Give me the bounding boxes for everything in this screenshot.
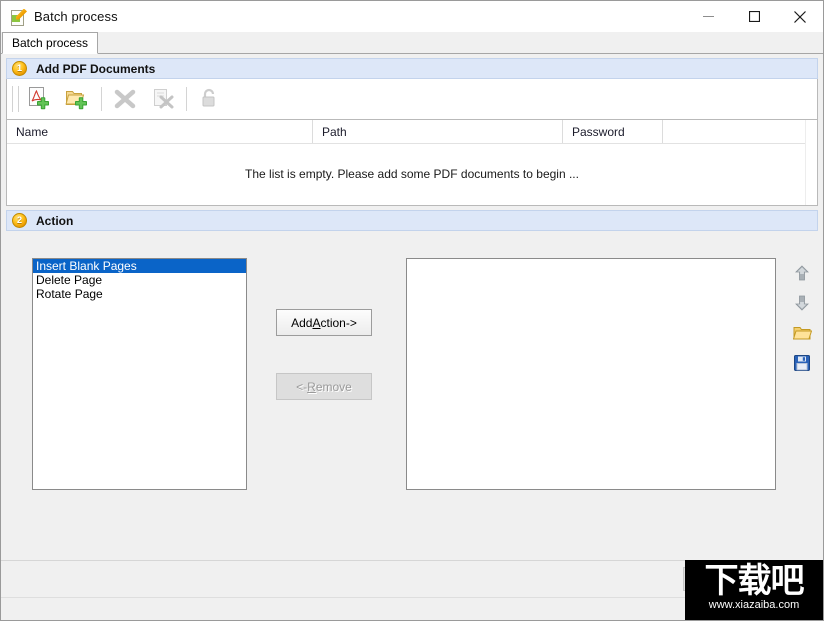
add-pdf-file-button[interactable]: [21, 81, 59, 117]
save-floppy-icon[interactable]: [789, 348, 815, 378]
toolbar-separator: [101, 87, 102, 111]
window-title: Batch process: [34, 9, 118, 24]
documents-toolbar: [6, 79, 818, 120]
move-down-button[interactable]: [789, 288, 815, 318]
batch-edit-icon: [10, 8, 27, 26]
remove-document-button[interactable]: [106, 81, 144, 117]
minimize-icon[interactable]: [685, 1, 731, 32]
caption-buttons: [685, 1, 823, 32]
remove-prefix: <-: [296, 379, 308, 394]
list-item[interactable]: Insert Blank Pages: [33, 259, 246, 273]
table-header-row: Name Path Password: [7, 120, 817, 144]
batch-process-window: Batch process Batch process 1 Add PDF Do…: [0, 0, 824, 621]
add-folder-button[interactable]: [59, 81, 97, 117]
list-item[interactable]: Rotate Page: [33, 287, 246, 301]
column-header-extra[interactable]: [663, 120, 808, 143]
toolbar-separator: [186, 87, 187, 111]
documents-table: Name Path Password The list is empty. Pl…: [6, 120, 818, 206]
action-panel: Insert Blank Pages Delete Page Rotate Pa…: [6, 231, 818, 560]
maximize-icon[interactable]: [731, 1, 777, 32]
column-header-path[interactable]: Path: [313, 120, 563, 143]
section-title-action: Action: [36, 213, 74, 228]
site-watermark: 下载吧 www.xiazaiba.com: [685, 560, 823, 620]
remove-accel: R: [307, 379, 316, 394]
remove-action-button[interactable]: <- Remove: [276, 373, 372, 400]
step-badge-1: 1: [12, 61, 27, 76]
section-title-add-documents: Add PDF Documents: [36, 61, 156, 76]
move-up-button[interactable]: [789, 258, 815, 288]
content-area: 1 Add PDF Documents Name Path Password T…: [1, 54, 823, 620]
step-badge-2: 2: [12, 213, 27, 228]
column-header-password[interactable]: Password: [563, 120, 663, 143]
remove-suffix: emove: [315, 379, 352, 394]
title-bar: Batch process: [1, 1, 823, 32]
empty-list-message: The list is empty. Please add some PDF d…: [245, 167, 579, 181]
watermark-logo-text: 下载吧: [704, 561, 805, 601]
tab-strip: Batch process: [1, 32, 823, 54]
add-action-accel: A: [312, 315, 321, 330]
section-header-add-documents: 1 Add PDF Documents: [6, 58, 818, 79]
remove-all-documents-button[interactable]: [144, 81, 182, 117]
tab-batch-process[interactable]: Batch process: [2, 32, 99, 54]
section-header-action: 2 Action: [6, 210, 818, 231]
column-header-name[interactable]: Name: [7, 120, 313, 143]
open-folder-icon[interactable]: [789, 318, 815, 348]
tab-label: Batch process: [12, 36, 89, 50]
table-vertical-scrollbar[interactable]: [805, 120, 817, 205]
watermark-url: www.xiazaiba.com: [708, 599, 800, 611]
close-icon[interactable]: [777, 1, 823, 32]
list-item[interactable]: Delete Page: [33, 273, 246, 287]
add-action-button[interactable]: Add Action->: [276, 309, 372, 336]
selected-actions-list[interactable]: [406, 258, 776, 490]
action-side-toolbar: [789, 258, 815, 378]
add-action-suffix: ction->: [320, 315, 357, 330]
available-actions-list[interactable]: Insert Blank Pages Delete Page Rotate Pa…: [32, 258, 247, 490]
set-password-button[interactable]: [191, 81, 229, 117]
add-action-prefix: Add: [291, 315, 313, 330]
toolbar-grip[interactable]: [12, 86, 19, 112]
